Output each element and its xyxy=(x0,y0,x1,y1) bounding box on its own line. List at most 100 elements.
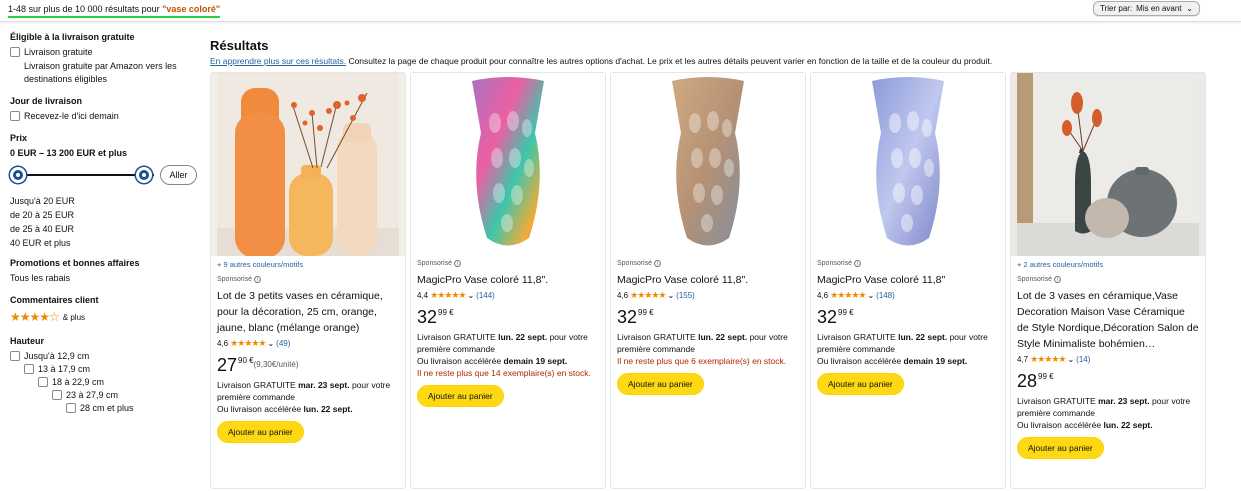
free-delivery-filter[interactable]: Livraison gratuite xyxy=(10,47,200,57)
learn-more-link[interactable]: En apprendre plus sur ces résultats. xyxy=(210,56,346,66)
product-image[interactable] xyxy=(1011,73,1205,256)
price-slider[interactable]: Aller xyxy=(10,164,200,186)
info-icon[interactable]: i xyxy=(454,260,462,267)
info-icon[interactable]: i xyxy=(654,260,662,267)
product-card[interactable]: Sponsorisé i MagicPro Vase coloré 11,8". … xyxy=(610,72,806,489)
promo-all-discounts[interactable]: Tous les rabais xyxy=(10,273,200,283)
product-rating[interactable]: 4,6 ★★★★★ ⌄ (155) xyxy=(617,290,799,301)
checkbox[interactable] xyxy=(10,111,20,121)
slider-track xyxy=(18,174,154,176)
checkbox[interactable] xyxy=(38,377,48,387)
slider-max-handle[interactable] xyxy=(136,167,152,183)
results-header: Résultats En apprendre plus sur ces résu… xyxy=(210,38,1240,71)
height-filter-3[interactable]: 18 à 22,9 cm xyxy=(38,377,200,387)
chevron-down-icon: ⌄ xyxy=(1186,4,1193,13)
product-title[interactable]: MagicPro Vase coloré 11,8". xyxy=(417,272,599,288)
info-icon[interactable]: i xyxy=(854,260,862,267)
product-title[interactable]: MagicPro Vase coloré 11,8" xyxy=(817,272,999,288)
results-title: Résultats xyxy=(210,38,269,53)
add-to-cart-button[interactable]: Ajouter au panier xyxy=(817,373,904,395)
chevron-down-icon[interactable]: ⌄ xyxy=(467,291,474,300)
delivery-date: lun. 22 sept. xyxy=(698,332,748,342)
chevron-down-icon[interactable]: ⌄ xyxy=(867,291,874,300)
promo-heading: Promotions et bonnes affaires xyxy=(10,258,140,268)
price-whole: 28 xyxy=(1017,371,1038,391)
price-link-20-25[interactable]: de 20 à 25 EUR xyxy=(10,210,200,220)
checkbox[interactable] xyxy=(66,403,76,413)
chevron-down-icon[interactable]: ⌄ xyxy=(1067,355,1074,364)
sponsored-label: Sponsorisé i xyxy=(617,260,799,267)
star-rating-icon: ★★★★★ xyxy=(230,338,266,348)
delivery-date: mar. 23 sept. xyxy=(298,380,350,390)
go-button[interactable]: Aller xyxy=(160,165,197,185)
sponsored-label: Sponsorisé i xyxy=(217,276,399,283)
product-image[interactable] xyxy=(211,73,405,256)
chevron-down-icon[interactable]: ⌄ xyxy=(267,339,274,348)
height-filter-4[interactable]: 23 à 27,9 cm xyxy=(52,390,200,400)
checkbox[interactable] xyxy=(24,364,34,374)
product-rating[interactable]: 4,4 ★★★★★ ⌄ (144) xyxy=(417,290,599,301)
results-subtitle: En apprendre plus sur ces résultats. Con… xyxy=(210,56,1240,66)
product-title[interactable]: Lot de 3 vases en céramique,Vase Decorat… xyxy=(1017,288,1199,352)
reviews-4-plus-filter[interactable]: ★★★★☆ & plus xyxy=(10,310,200,324)
product-card[interactable]: + 2 autres couleurs/motifs Sponsorisé i L… xyxy=(1010,72,1206,489)
delivery-info: Livraison GRATUITE lun. 22 sept. pour vo… xyxy=(817,331,999,355)
more-colors-link[interactable]: + 2 autres couleurs/motifs xyxy=(1017,260,1199,270)
delivery-info: Livraison GRATUITE lun. 22 sept. pour vo… xyxy=(417,331,599,355)
add-to-cart-button[interactable]: Ajouter au panier xyxy=(417,385,504,407)
add-to-cart-button[interactable]: Ajouter au panier xyxy=(1017,437,1104,459)
delivery-tomorrow-filter[interactable]: Recevez-le d'ici demain xyxy=(10,111,200,121)
add-to-cart-button[interactable]: Ajouter au panier xyxy=(217,421,304,443)
checkbox[interactable] xyxy=(10,351,20,361)
product-image[interactable] xyxy=(611,73,805,256)
review-count[interactable]: (49) xyxy=(276,339,290,348)
delivery-label: Livraison GRATUITE xyxy=(817,332,899,342)
info-icon[interactable]: i xyxy=(1054,276,1062,283)
height-filter-2[interactable]: 13 à 17,9 cm xyxy=(24,364,200,374)
review-count[interactable]: (144) xyxy=(476,291,495,300)
free-delivery-desc: Livraison gratuite par Amazon vers les d… xyxy=(24,61,177,84)
chevron-down-icon[interactable]: ⌄ xyxy=(667,291,674,300)
price-link-under-20[interactable]: Jusqu'à 20 EUR xyxy=(10,196,200,206)
fast-delivery-label: Ou livraison accélérée xyxy=(1017,420,1104,430)
product-image[interactable] xyxy=(411,73,605,256)
product-rating[interactable]: 4,6 ★★★★★ ⌄ (49) xyxy=(217,338,399,349)
review-count[interactable]: (14) xyxy=(1076,355,1090,364)
sort-dropdown[interactable]: Trier par: Mis en avant ⌄ xyxy=(1093,1,1200,16)
slider-min-handle[interactable] xyxy=(10,167,26,183)
product-card[interactable]: Sponsorisé i MagicPro Vase coloré 11,8" 4… xyxy=(810,72,1006,489)
height-filter-5[interactable]: 28 cm et plus xyxy=(66,403,200,413)
checkbox[interactable] xyxy=(10,47,20,57)
price-link-25-40[interactable]: de 25 à 40 EUR xyxy=(10,224,200,234)
fast-delivery-info: Ou livraison accélérée lun. 22 sept. xyxy=(217,403,399,415)
product-image[interactable] xyxy=(811,73,1005,256)
product-card[interactable]: Sponsorisé i MagicPro Vase coloré 11,8". … xyxy=(410,72,606,489)
more-colors-link[interactable]: + 9 autres couleurs/motifs xyxy=(217,260,399,270)
add-to-cart-button[interactable]: Ajouter au panier xyxy=(617,373,704,395)
result-count-text: 1-48 sur plus de 10 000 résultats pour xyxy=(8,4,163,14)
review-count[interactable]: (155) xyxy=(676,291,695,300)
product-rating[interactable]: 4,6 ★★★★★ ⌄ (148) xyxy=(817,290,999,301)
product-title[interactable]: Lot de 3 petits vases en céramique, pour… xyxy=(217,288,399,336)
fast-delivery-date: lun. 22 sept. xyxy=(303,404,353,414)
review-count[interactable]: (148) xyxy=(876,291,895,300)
delivery-day-heading: Jour de livraison xyxy=(10,96,83,106)
height-filter-1[interactable]: Jusqu'à 12,9 cm xyxy=(10,351,200,361)
info-icon[interactable]: i xyxy=(254,276,262,283)
product-title[interactable]: MagicPro Vase coloré 11,8". xyxy=(617,272,799,288)
sort-label: Trier par: xyxy=(1100,4,1133,13)
product-rating[interactable]: 4,7 ★★★★★ ⌄ (14) xyxy=(1017,354,1199,365)
height-label: 28 cm et plus xyxy=(80,403,134,413)
low-stock-warning: Il ne reste plus que 14 exemplaire(s) en… xyxy=(417,368,591,378)
product-card[interactable]: + 9 autres couleurs/motifs Sponsorisé i L… xyxy=(210,72,406,489)
checkbox[interactable] xyxy=(52,390,62,400)
price-fraction: 99 € xyxy=(1038,372,1054,381)
price-link-over-40[interactable]: 40 EUR et plus xyxy=(10,238,200,248)
delivery-info: Livraison GRATUITE mar. 23 sept. pour vo… xyxy=(217,379,399,403)
star-rating-icon: ★★★★☆ xyxy=(10,310,60,324)
sponsored-text: Sponsorisé xyxy=(217,276,253,283)
height-label: Jusqu'à 12,9 cm xyxy=(24,351,90,361)
free-delivery-label: Livraison gratuite xyxy=(24,47,93,57)
delivery-info: Livraison GRATUITE lun. 22 sept. pour vo… xyxy=(617,331,799,355)
reviews-heading: Commentaires client xyxy=(10,295,99,305)
